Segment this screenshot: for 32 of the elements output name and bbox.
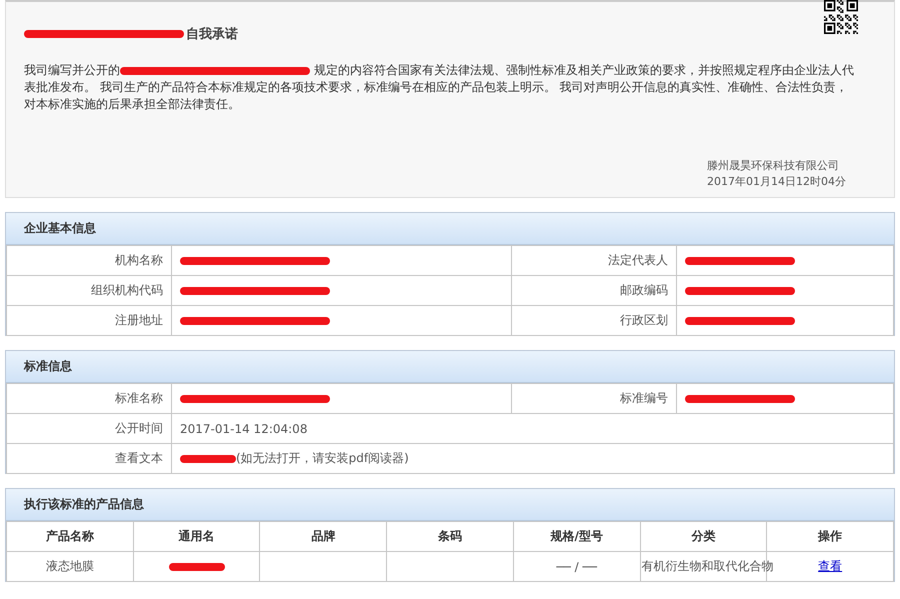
field-label: 组织机构代码 — [91, 283, 163, 297]
section-header: 执行该标准的产品信息 — [6, 489, 894, 521]
column-header: 分类 — [691, 529, 716, 543]
section-header: 企业基本信息 — [6, 213, 894, 245]
field-label: 查看文本 — [115, 451, 163, 465]
signing-date: 2017年01月14日12时04分 — [707, 174, 846, 190]
document-link[interactable] — [180, 454, 236, 463]
column-header: 规格/型号 — [550, 529, 603, 543]
column-header: 条码 — [438, 529, 462, 543]
field-label: 邮政编码 — [620, 283, 668, 297]
column-header: 操作 — [818, 529, 842, 543]
view-link[interactable]: 查看 — [818, 559, 842, 573]
section-header: 标准信息 — [6, 351, 894, 383]
field-label: 标准编号 — [620, 391, 668, 405]
statement-paragraph: 我司编写并公开的 规定的内容符合国家有关法律法规、强制性标准及相关产业政策的要求，并按照规定程序由企业法人代表批准发布。 我司生产的产品符合本标准规定的各项技术要求，标准编号在相应的产品包装上明示。 我司对声明公开信息的真实性、准确性、合法性负责，对本标准实施的后果承担全部法律责任。 — [24, 62, 855, 113]
field-label: 标准名称 — [115, 391, 163, 405]
field-label: 法定代表人 — [608, 253, 668, 267]
column-header: 品牌 — [311, 529, 336, 543]
field-label: 行政区划 — [620, 313, 668, 327]
hint-text: (如无法打开，请安装pdf阅读器) — [236, 451, 409, 465]
column-header: 产品名称 — [46, 529, 94, 543]
statement-title: 自我承诺 — [186, 26, 238, 43]
company-name: 滕州晟昊环保科技有限公司 — [707, 158, 840, 174]
redaction-mark — [168, 563, 225, 572]
column-header: 通用名 — [178, 529, 215, 543]
table-cell: 液态地膜 — [46, 559, 94, 573]
field-label: 机构名称 — [115, 253, 163, 267]
field-value: 2017-01-14 12:04:08 — [180, 422, 308, 436]
table-cell: 有机衍生物和取代化合物 — [642, 559, 774, 573]
table-cell: ── / ── — [556, 560, 597, 574]
field-label: 公开时间 — [115, 421, 163, 435]
field-label: 注册地址 — [115, 313, 163, 327]
